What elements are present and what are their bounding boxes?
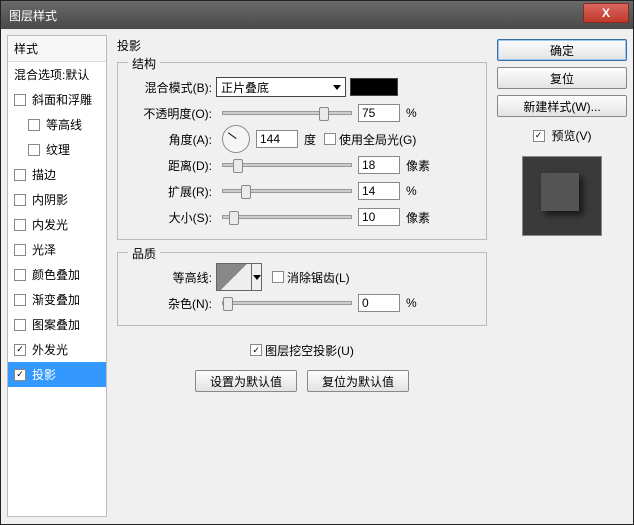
sidebar-item-checkbox[interactable] [28,144,40,156]
sidebar-item-label: 描边 [32,166,56,183]
angle-dial[interactable] [222,125,250,153]
sidebar-item-checkbox[interactable]: ✓ [14,344,26,356]
sidebar-item-label: 斜面和浮雕 [32,91,92,108]
sidebar-item-label: 内发光 [32,216,68,233]
spread-input[interactable] [358,182,400,200]
sidebar-item-checkbox[interactable] [14,194,26,206]
opacity-unit: % [406,106,417,120]
sidebar-item-1[interactable]: 等高线 [8,112,106,137]
opacity-label: 不透明度(O): [126,105,216,122]
sidebar-item-checkbox[interactable] [14,319,26,331]
sidebar-item-5[interactable]: 内发光 [8,212,106,237]
contour-picker[interactable] [216,263,252,291]
sidebar-item-label: 颜色叠加 [32,266,80,283]
sidebar-item-label: 外发光 [32,341,68,358]
antialias-label: 消除锯齿(L) [287,269,350,286]
size-unit: 像素 [406,209,430,226]
distance-slider[interactable] [222,163,352,167]
window-title: 图层样式 [9,7,57,24]
sidebar-header: 样式 [8,36,106,62]
size-label: 大小(S): [126,209,216,226]
reset-default-button[interactable]: 复位为默认值 [307,370,409,392]
angle-input[interactable] [256,130,298,148]
contour-dropdown-button[interactable] [252,263,262,291]
size-slider[interactable] [222,215,352,219]
spread-label: 扩展(R): [126,183,216,200]
quality-group: 品质 等高线: 消除锯齿(L) 杂色(N): % [117,252,487,326]
structure-group: 结构 混合模式(B): 正片叠底 不透明度(O): % 角度(A [117,62,487,240]
quality-legend: 品质 [128,245,160,262]
spread-slider[interactable] [222,189,352,193]
sidebar-item-checkbox[interactable] [28,119,40,131]
distance-unit: 像素 [406,157,430,174]
sidebar-item-checkbox[interactable] [14,94,26,106]
preview-thumbnail [522,156,602,236]
sidebar-item-2[interactable]: 纹理 [8,137,106,162]
sidebar-item-4[interactable]: 内阴影 [8,187,106,212]
sidebar-item-11[interactable]: ✓ 投影 [8,362,106,387]
contour-label: 等高线: [126,269,216,286]
sidebar-item-0[interactable]: 斜面和浮雕 [8,87,106,112]
close-icon: X [602,6,610,20]
sidebar-item-7[interactable]: 颜色叠加 [8,262,106,287]
sidebar-item-checkbox[interactable] [14,294,26,306]
make-default-button[interactable]: 设置为默认值 [195,370,297,392]
cancel-button[interactable]: 复位 [497,67,627,89]
opacity-input[interactable] [358,104,400,122]
sidebar-item-checkbox[interactable] [14,169,26,181]
right-column: 确定 复位 新建样式(W)... ✓ 预览(V) [497,35,627,517]
opacity-slider[interactable] [222,111,352,115]
noise-unit: % [406,296,417,310]
distance-input[interactable] [358,156,400,174]
noise-label: 杂色(N): [126,295,216,312]
angle-label: 角度(A): [126,131,216,148]
sidebar-item-3[interactable]: 描边 [8,162,106,187]
spread-unit: % [406,184,417,198]
preview-checkbox[interactable]: ✓ [533,130,545,142]
new-style-button[interactable]: 新建样式(W)... [497,95,627,117]
sidebar-item-10[interactable]: ✓ 外发光 [8,337,106,362]
angle-unit: 度 [304,131,316,148]
knockout-checkbox[interactable]: ✓ [250,344,262,356]
noise-input[interactable] [358,294,400,312]
distance-label: 距离(D): [126,157,216,174]
sidebar-item-8[interactable]: 渐变叠加 [8,287,106,312]
global-light-label: 使用全局光(G) [339,131,416,148]
sidebar-item-checkbox[interactable] [14,219,26,231]
sidebar-item-checkbox[interactable]: ✓ [14,369,26,381]
sidebar-blending-options[interactable]: 混合选项:默认 [8,62,106,87]
sidebar-item-label: 渐变叠加 [32,291,80,308]
antialias-checkbox[interactable] [272,271,284,283]
structure-legend: 结构 [128,55,160,72]
sidebar-item-label: 内阴影 [32,191,68,208]
shadow-color-swatch[interactable] [350,78,398,96]
knockout-label: 图层挖空投影(U) [265,342,354,359]
sidebar-item-checkbox[interactable] [14,244,26,256]
sidebar-item-label: 图案叠加 [32,316,80,333]
close-button[interactable]: X [583,3,629,23]
sidebar-item-9[interactable]: 图案叠加 [8,312,106,337]
preview-label: 预览(V) [552,127,592,144]
blend-mode-dropdown[interactable]: 正片叠底 [216,77,346,97]
sidebar-item-label: 投影 [32,366,56,383]
titlebar: 图层样式 X [1,1,633,29]
styles-sidebar: 样式 混合选项:默认 斜面和浮雕等高线纹理描边内阴影内发光光泽颜色叠加渐变叠加图… [7,35,107,517]
sidebar-item-label: 纹理 [46,141,70,158]
blend-mode-label: 混合模式(B): [126,79,216,96]
sidebar-item-checkbox[interactable] [14,269,26,281]
noise-slider[interactable] [222,301,352,305]
sidebar-item-label: 光泽 [32,241,56,258]
global-light-checkbox[interactable] [324,133,336,145]
sidebar-item-label: 等高线 [46,116,82,133]
size-input[interactable] [358,208,400,226]
sidebar-item-6[interactable]: 光泽 [8,237,106,262]
chevron-down-icon [333,85,341,90]
main-title: 投影 [113,35,491,60]
ok-button[interactable]: 确定 [497,39,627,61]
main-panel: 投影 结构 混合模式(B): 正片叠底 不透明度(O): % [113,35,491,517]
chevron-down-icon [253,275,261,280]
